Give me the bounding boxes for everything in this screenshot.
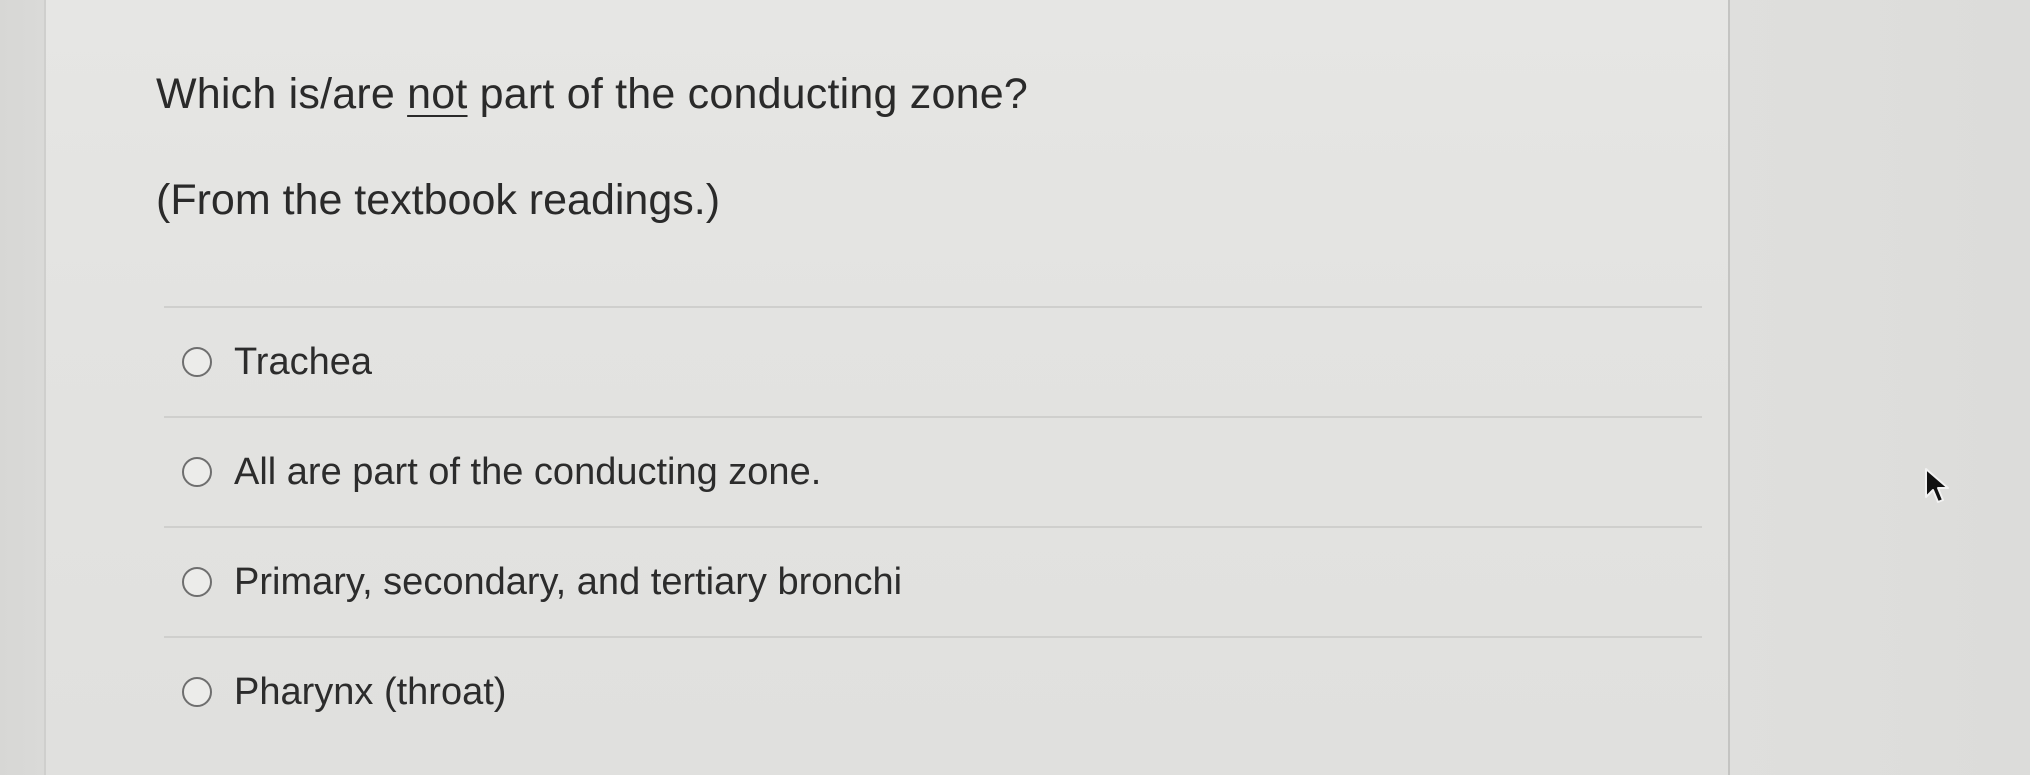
answer-label: Trachea: [234, 340, 372, 383]
answer-option-pharynx[interactable]: Pharynx (throat): [164, 638, 1702, 746]
question-emphasis: not: [407, 70, 468, 118]
answer-list: Trachea All are part of the conducting z…: [164, 306, 1702, 746]
answer-option-trachea[interactable]: Trachea: [164, 308, 1702, 416]
answer-label: All are part of the conducting zone.: [234, 450, 822, 493]
mouse-pointer-icon: [1925, 468, 1949, 503]
radio-unchecked-icon[interactable]: [182, 677, 212, 707]
answer-option-bronchi[interactable]: Primary, secondary, and tertiary bronchi: [164, 528, 1702, 636]
question-note: (From the textbook readings.): [156, 176, 721, 224]
answer-label: Primary, secondary, and tertiary bronchi: [234, 560, 903, 603]
radio-unchecked-icon[interactable]: [182, 567, 212, 597]
answer-label: Pharynx (throat): [234, 670, 507, 713]
radio-unchecked-icon[interactable]: [182, 457, 212, 487]
question-text: Which is/are not part of the conducting …: [156, 70, 1028, 119]
question-prefix: Which is/are: [156, 70, 408, 118]
quiz-question-card: Which is/are not part of the conducting …: [44, 0, 1730, 775]
answer-option-all-conducting[interactable]: All are part of the conducting zone.: [164, 418, 1702, 526]
radio-unchecked-icon[interactable]: [182, 347, 212, 377]
question-suffix: part of the conducting zone?: [467, 70, 1028, 118]
